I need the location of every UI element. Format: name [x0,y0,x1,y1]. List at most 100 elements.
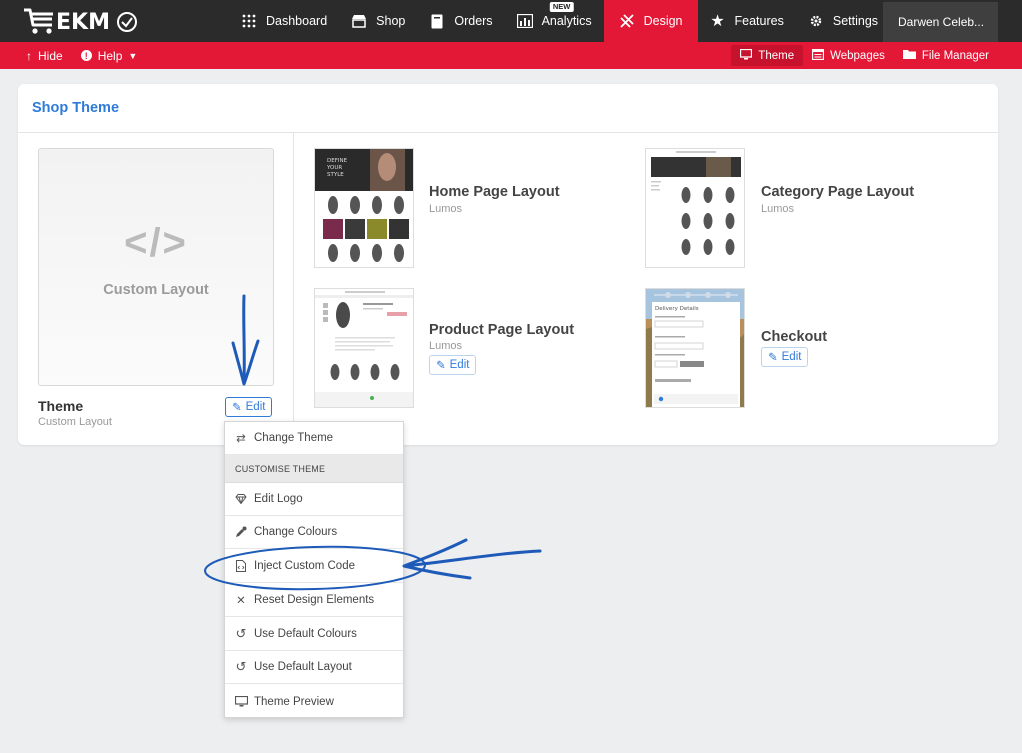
monitor-icon [234,696,248,707]
nav-analytics[interactable]: NEW Analytics [505,0,604,42]
left-arrow-shaft [403,549,542,568]
left-arrow-head [402,538,472,580]
nav-shop-label: Shop [376,14,406,28]
design-subbar: ↑ Hide ! Help ▼ Theme Webpages File Mana… [0,42,1022,69]
arrow-up-icon: ↑ [26,48,32,63]
menu-theme-preview[interactable]: Theme Preview [225,685,403,718]
svg-text:Delivery Details: Delivery Details [655,306,699,312]
menu-change-colours[interactable]: Change Colours [225,516,403,549]
product-layout-thumbnail[interactable] [314,288,414,408]
menu-default-layout[interactable]: ↺ Use Default Layout [225,651,403,684]
subnav-webpages[interactable]: Webpages [803,45,894,66]
nav-features-label: Features [734,14,784,28]
nav-design[interactable]: Design [603,0,698,42]
close-icon: ✕ [236,595,246,607]
home-layout-subtitle: Lumos [429,203,463,215]
nav-settings[interactable]: Settings [796,0,890,42]
theme-subtitle: Custom Layout [38,416,112,428]
help-label: Help [97,48,123,63]
menu-edit-logo[interactable]: Edit Logo [225,483,403,516]
shop-theme-card: Shop Theme </> Custom Layout Theme Custo… [18,84,998,445]
custom-layout-preview: </> Custom Layout [38,148,274,386]
menu-inject-custom-code-label: Inject Custom Code [254,560,355,572]
swap-arrows-icon: ⇄ [236,433,246,445]
custom-layout-label: Custom Layout [103,282,209,298]
eyedropper-icon [234,526,248,538]
menu-theme-preview-label: Theme Preview [254,695,334,708]
pencil-icon: ✎ [232,402,242,414]
menu-default-layout-label: Use Default Layout [254,661,352,673]
home-layout-title: Home Page Layout [429,184,560,200]
orders-icon [429,13,445,29]
card-title: Shop Theme [32,100,120,116]
nav-orders[interactable]: Orders [417,0,504,42]
shop-icon [351,13,367,29]
category-layout-subtitle: Lumos [761,203,795,215]
theme-name: Theme [38,398,84,414]
diamond-icon [234,494,248,504]
subnav-file-manager[interactable]: File Manager [894,45,998,66]
home-layout-thumbnail[interactable]: DEFINE YOUR STYLE [314,148,414,268]
pencil-icon: ✎ [768,352,778,364]
product-layout-edit-label: Edit [449,359,470,371]
svg-text:DEFINE: DEFINE [327,158,348,164]
monitor-icon [740,48,753,63]
nav-shop[interactable]: Shop [339,0,417,42]
nav-analytics-label: Analytics [541,14,592,28]
checkout-edit-label: Edit [781,351,802,363]
menu-change-theme-label: Change Theme [254,432,334,444]
theme-edit-label: Edit [245,401,266,413]
chevron-down-icon: ▼ [128,50,138,61]
checkout-edit-button[interactable]: ✎ Edit [761,347,809,367]
menu-change-theme[interactable]: ⇄ Change Theme [225,422,403,455]
code-file-icon [234,560,248,572]
checkout-layout-thumbnail[interactable]: Delivery Details [645,288,745,408]
menu-change-colours-label: Change Colours [254,526,338,538]
ekm-logo[interactable]: EKM [22,5,142,37]
svg-text:YOUR: YOUR [326,165,342,171]
product-layout-subtitle: Lumos [429,340,463,352]
hide-button[interactable]: ↑ Hide [26,49,63,63]
nav-orders-label: Orders [454,14,493,28]
undo-icon: ↺ [235,659,247,674]
theme-edit-dropdown: ⇄ Change Theme CUSTOMISE THEME Edit Logo… [224,421,404,718]
checkout-layout-title: Checkout [761,329,828,345]
theme-edit-button[interactable]: ✎ Edit [225,397,273,417]
menu-edit-logo-label: Edit Logo [254,493,303,505]
menu-reset-design-label: Reset Design Elements [254,594,375,606]
analytics-icon [516,13,533,29]
menu-default-colours-label: Use Default Colours [254,628,357,640]
subnav-theme[interactable]: Theme [731,45,804,66]
subnav-file-manager-label: File Manager [921,49,989,62]
subnav-theme-label: Theme [758,49,795,62]
star-icon: ★ [710,13,725,30]
subnav-webpages-label: Webpages [830,49,885,62]
menu-reset-design[interactable]: ✕ Reset Design Elements [225,584,403,617]
product-layout-edit-button[interactable]: ✎ Edit [429,355,477,375]
info-icon: ! [80,50,92,61]
undo-icon: ↺ [235,626,247,641]
card-divider [18,132,998,133]
hide-label: Hide [38,48,63,63]
customise-theme-header: CUSTOMISE THEME [225,455,403,483]
pencil-icon: ✎ [436,360,446,372]
nav-features[interactable]: ★ Features [698,0,796,42]
nav-dashboard-label: Dashboard [266,14,328,28]
nav-design-label: Design [643,14,683,28]
new-badge: NEW [549,2,574,12]
svg-text:STYLE: STYLE [327,172,344,178]
menu-default-colours[interactable]: ↺ Use Default Colours [225,618,403,651]
product-layout-title: Product Page Layout [429,322,575,338]
category-layout-thumbnail[interactable] [645,148,745,268]
category-layout-title: Category Page Layout [761,184,915,200]
design-icon [619,13,635,29]
webpage-icon [811,48,825,63]
top-navbar: EKM Dashboard Shop Orders NEW Analytics … [0,0,1022,42]
help-button[interactable]: ! Help ▼ [80,48,138,63]
menu-inject-custom-code[interactable]: Inject Custom Code [225,550,403,583]
nav-dashboard[interactable]: Dashboard [229,0,339,42]
ekm-logo-icon: EKM [24,8,137,35]
nav-settings-label: Settings [832,14,879,28]
account-menu[interactable]: Darwen Celeb... [883,2,998,42]
grid-icon [241,13,257,29]
